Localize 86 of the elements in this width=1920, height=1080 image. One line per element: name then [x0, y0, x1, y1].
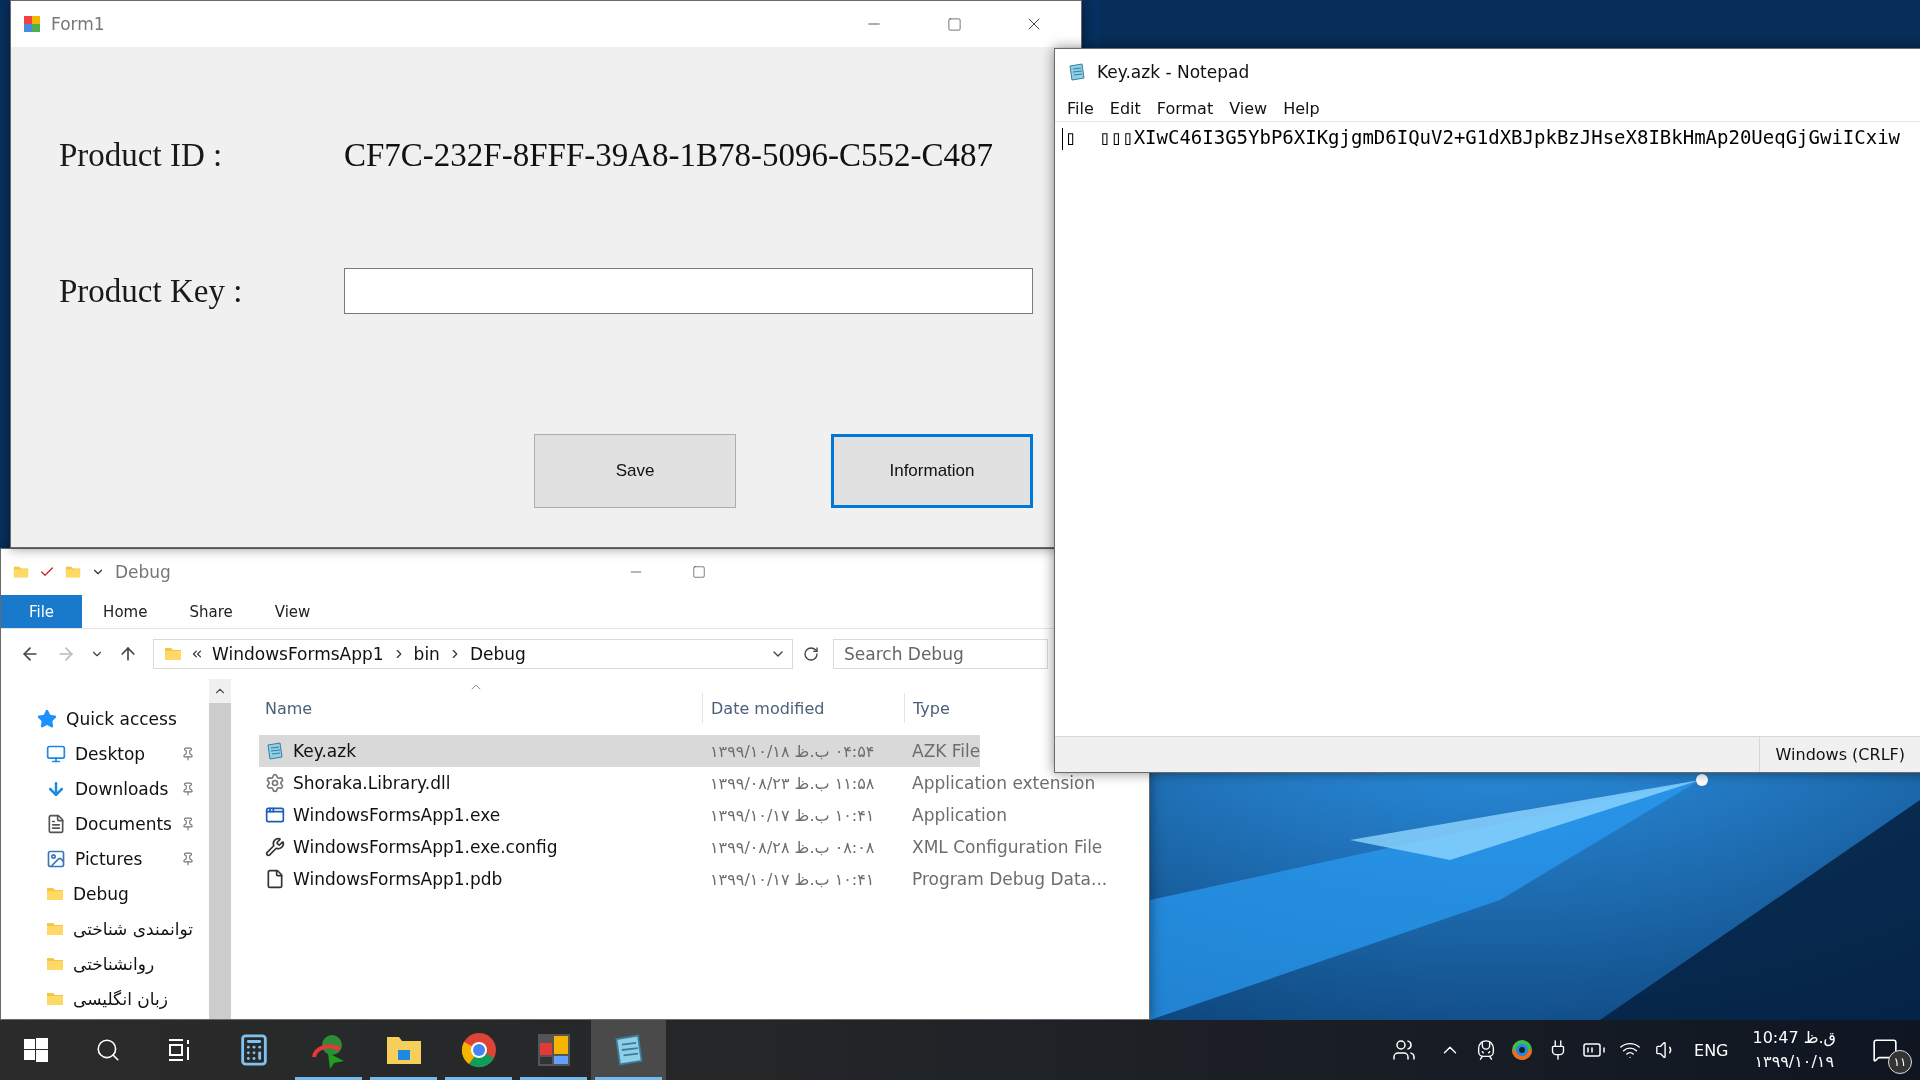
- notepad-icon: [265, 741, 285, 761]
- type-cell-text: AZK File: [911, 741, 981, 761]
- menu-item[interactable]: Edit: [1101, 98, 1149, 118]
- ribbon-tab[interactable]: Home: [82, 595, 169, 628]
- field-label: Product Key :: [59, 272, 244, 310]
- taskbar-app[interactable]: [591, 1020, 666, 1080]
- menu-item[interactable]: Format: [1148, 98, 1222, 118]
- breadcrumb[interactable]: WindowsFormsApp1: [212, 644, 384, 664]
- nav-item[interactable]: Pictures: [1, 841, 209, 876]
- field-label: Product ID :: [59, 136, 224, 174]
- tiles-icon[interactable]: [536, 1033, 571, 1067]
- folder-icon[interactable]: [385, 1034, 422, 1066]
- type-cell-text: XML Configuration File: [911, 837, 1103, 857]
- clock-time: 10:47 ق.ظ: [1752, 1027, 1836, 1049]
- document-icon: [46, 813, 66, 834]
- text-content: ▯ ▯▯▯XIwC46I3G5YbP6XIKgjgmD6IQuV2+G1dXBJpkBzJHseX8IBkHmAp20UeqGjGwiICxiw: [1065, 126, 1901, 148]
- file-name: Key.azk: [293, 741, 356, 761]
- product-id-value: CF7C-232F-8FFF-39A8-1B78-5096-C552-C487: [344, 136, 994, 174]
- notification-count: ۱۱: [1888, 1050, 1912, 1074]
- breadcrumb[interactable]: bin: [413, 644, 440, 664]
- date-cell-text: ۰۴:۵۴ ب.ظ ۱۳۹۹/۱۰/۱۸: [709, 741, 875, 761]
- date-cell-text: ۱۱:۵۸ ب.ظ ۱۳۹۹/۰۸/۲۳: [709, 773, 875, 793]
- notifications-button[interactable]: ۱۱: [1850, 1020, 1920, 1080]
- text-cursor: [1062, 128, 1063, 150]
- maximize-icon[interactable]: [691, 565, 706, 579]
- nav-item[interactable]: Quick access: [1, 701, 209, 736]
- type-cell-text: Application: [911, 805, 1007, 825]
- type-cell-text: Application extension: [911, 773, 1096, 793]
- application-icon: [265, 805, 285, 825]
- clock[interactable]: 10:47 ق.ظ ۱۳۹۹/۱۰/۱۹: [1738, 1020, 1850, 1080]
- file-icon: [265, 869, 285, 889]
- date-cell-text: ۱۰:۴۱ ب.ظ ۱۳۹۹/۱۰/۱۷: [709, 869, 875, 889]
- app-icon: [23, 15, 41, 33]
- column-header[interactable]: Type: [904, 693, 1014, 723]
- column-header[interactable]: Date modified: [702, 693, 904, 723]
- nav-item[interactable]: Debug: [1, 876, 209, 911]
- people-icon[interactable]: [1392, 1038, 1416, 1062]
- nav-item[interactable]: روانشناختی: [1, 946, 209, 981]
- file-menu-button[interactable]: File: [1, 595, 83, 628]
- file-name: Shoraka.Library.dll: [293, 773, 451, 793]
- date-cell-text: ۱۰:۴۱ ب.ظ ۱۳۹۹/۱۰/۱۷: [709, 805, 875, 825]
- clock-date: ۱۳۹۹/۱۰/۱۹: [1754, 1051, 1834, 1073]
- column-header[interactable]: Name: [259, 693, 702, 723]
- type-cell-text: Program Debug Data...: [911, 869, 1108, 889]
- nav-item[interactable]: توانمندی شناختی: [1, 911, 209, 946]
- windows-logo-icon[interactable]: [24, 1038, 48, 1062]
- menu-item[interactable]: File: [1059, 98, 1102, 118]
- scrollbar[interactable]: [209, 679, 231, 1019]
- sync-icon[interactable]: [1511, 1039, 1533, 1061]
- search-field[interactable]: Search Debug: [833, 639, 1048, 669]
- search-icon[interactable]: [95, 1037, 121, 1063]
- input-field[interactable]: [343, 268, 1033, 314]
- menu-item[interactable]: View: [1221, 98, 1276, 118]
- address-bar[interactable]: WindowsFormsApp1 bin Debug: [153, 639, 793, 669]
- window-title: Form1: [51, 14, 105, 34]
- window-title: Key.azk - Notepad: [1097, 62, 1250, 82]
- menu-item[interactable]: Help: [1275, 98, 1328, 118]
- breadcrumb[interactable]: Debug: [469, 644, 526, 664]
- overflow-icon: [190, 647, 204, 661]
- nav-item[interactable]: زبان انگلیسی: [1, 981, 209, 1016]
- nav-item[interactable]: Documents: [1, 806, 209, 841]
- settings-file-icon: [265, 773, 285, 793]
- picture-icon: [46, 848, 66, 869]
- star-icon: [37, 708, 57, 729]
- nav-item[interactable]: Downloads: [1, 771, 209, 806]
- language-indicator[interactable]: ENG: [1684, 1020, 1739, 1080]
- file-name: WindowsFormsApp1.exe: [293, 805, 501, 825]
- ribbon-tab[interactable]: Share: [168, 595, 254, 628]
- browser-icon[interactable]: [460, 1032, 497, 1068]
- refresh-icon[interactable]: [803, 646, 819, 662]
- status-text: Windows (CRLF): [1758, 737, 1919, 772]
- train-icon[interactable]: [1475, 1039, 1497, 1061]
- nav-item[interactable]: Desktop: [1, 736, 209, 771]
- folder-icon: [65, 564, 81, 580]
- form-button[interactable]: Save: [534, 434, 736, 508]
- window-title: Debug: [115, 562, 171, 582]
- wrench-icon: [265, 837, 285, 857]
- form-button[interactable]: Information: [831, 434, 1033, 508]
- date-cell-text: ۰۸:۰۸ ب.ظ ۱۳۹۹/۰۸/۲۸: [709, 837, 875, 857]
- folder-icon: [13, 564, 29, 580]
- desktop-icon: [46, 743, 66, 764]
- ribbon-tab[interactable]: View: [253, 595, 332, 628]
- file-name: WindowsFormsApp1.pdb: [293, 869, 503, 889]
- folder-icon: [164, 645, 182, 663]
- notepad-icon: [1067, 62, 1087, 82]
- file-name: WindowsFormsApp1.exe.config: [293, 837, 558, 857]
